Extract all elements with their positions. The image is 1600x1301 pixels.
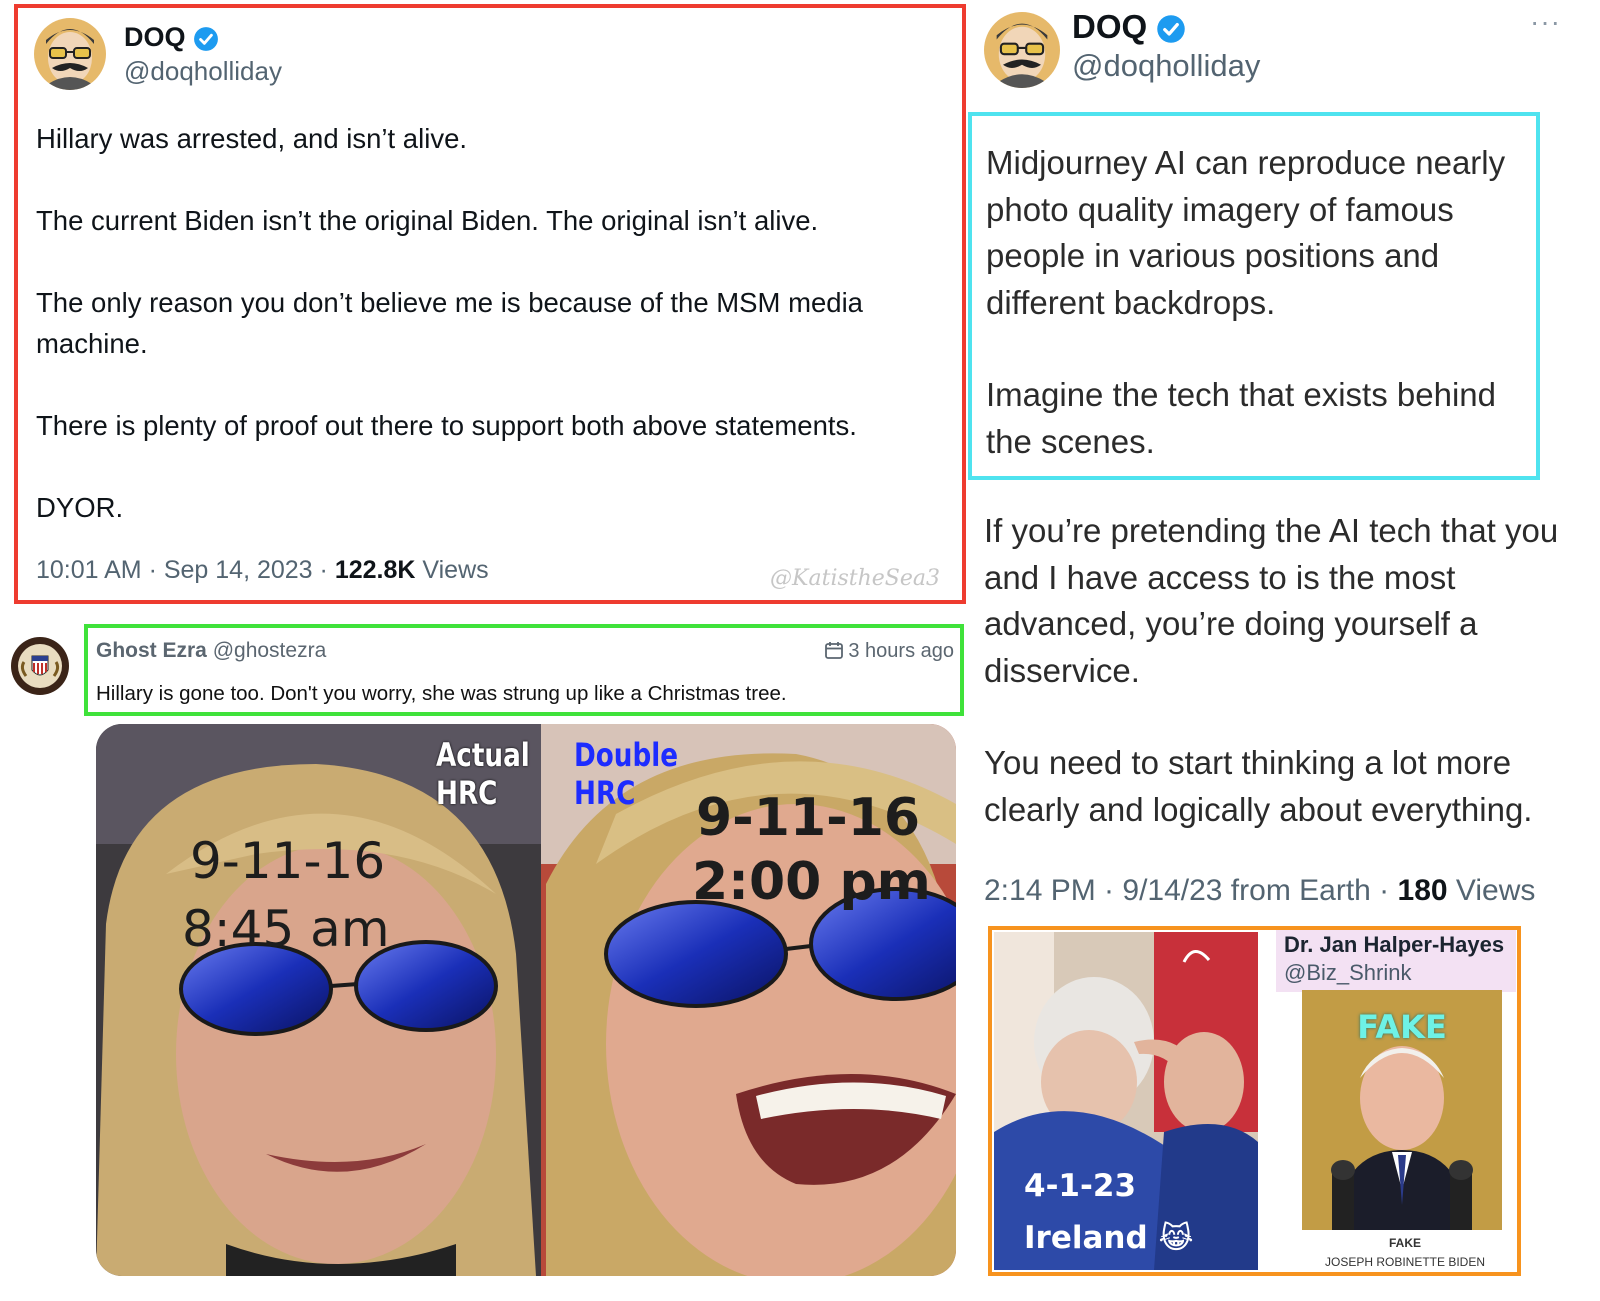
tweet-paragraph: The current Biden isn’t the original Bid… bbox=[36, 205, 819, 236]
doq-avatar-icon bbox=[34, 18, 106, 90]
double-hrc-label: Double HRC bbox=[574, 736, 679, 812]
left-display-name[interactable]: DOQ bbox=[124, 22, 219, 53]
left-tweet-text: Hillary was arrested, and isn’t alive. T… bbox=[36, 118, 956, 569]
halper-handle[interactable]: @Biz_Shrink bbox=[1284, 960, 1412, 986]
fake-label: FAKE bbox=[1357, 1008, 1447, 1046]
right-handle[interactable]: @doqholliday bbox=[1072, 48, 1260, 84]
verified-badge-icon bbox=[194, 26, 218, 51]
fake-caption: JOSEPH ROBINETTE BIDEN bbox=[1324, 1255, 1486, 1269]
doq-avatar[interactable] bbox=[34, 18, 106, 90]
left-time-label: 8:45 am bbox=[182, 900, 390, 958]
left-handle[interactable]: @doqholliday bbox=[124, 56, 282, 87]
tweet-paragraph: If you’re pretending the AI tech that yo… bbox=[984, 512, 1559, 689]
tweet-paragraph: The only reason you don’t believe me is … bbox=[36, 287, 863, 359]
tweet-paragraph: There is plenty of proof out there to su… bbox=[36, 410, 857, 441]
verified-badge-icon bbox=[1157, 15, 1186, 44]
seal-icon bbox=[11, 637, 69, 695]
watermark: @KatistheSea3 bbox=[770, 566, 940, 591]
right-tweet-meta[interactable]: 2:14 PM · 9/14/23 from Earth · 180 Views bbox=[984, 874, 1535, 908]
actual-hrc-label: Actual HRC bbox=[436, 736, 530, 812]
calendar-icon bbox=[825, 642, 844, 659]
ireland-place: Ireland 😹 bbox=[1024, 1220, 1194, 1256]
left-tweet-card: DOQ @doqholliday Hillary was arrested, a… bbox=[14, 4, 966, 604]
ezra-comment-text: Hillary is gone too. Don't you worry, sh… bbox=[96, 682, 787, 705]
ezra-timestamp: 3 hours ago bbox=[824, 640, 954, 663]
highlighted-tweet-text: Midjourney AI can reproduce nearly photo… bbox=[968, 112, 1540, 480]
ezra-author[interactable]: Ghost Ezra @ghostezra bbox=[96, 639, 326, 663]
ezra-comment: Ghost Ezra @ghostezra 3 hours ago Hillar… bbox=[84, 624, 964, 716]
views-count: 122.8K bbox=[334, 556, 416, 584]
ireland-photo[interactable]: 4-1-23 Ireland 😹 bbox=[994, 932, 1258, 1270]
doq-avatar-right[interactable] bbox=[984, 12, 1060, 88]
left-date-label: 9-11-16 bbox=[190, 832, 386, 890]
right-date-label: 9-11-16 bbox=[696, 788, 921, 848]
laughing-cat-emoji-icon: 😹 bbox=[1158, 1221, 1194, 1256]
tweet-paragraph: DYOR. bbox=[36, 492, 124, 523]
halper-display-name[interactable]: Dr. Jan Halper-Hayes bbox=[1284, 932, 1504, 958]
ezra-avatar[interactable] bbox=[10, 636, 70, 696]
views-count: 180 bbox=[1397, 874, 1448, 907]
tweet-paragraph: Imagine the tech that exists behind the … bbox=[986, 376, 1496, 460]
ireland-date: 4-1-23 bbox=[1024, 1168, 1137, 1204]
doq-avatar-icon bbox=[984, 12, 1060, 88]
tweet-paragraph: Hillary was arrested, and isn’t alive. bbox=[36, 123, 468, 154]
tweet-paragraph: Midjourney AI can reproduce nearly photo… bbox=[986, 144, 1506, 321]
fake-small-label: FAKE bbox=[1388, 1236, 1421, 1250]
more-options-icon[interactable]: ··· bbox=[1530, 6, 1561, 38]
left-tweet-meta[interactable]: 10:01 AM · Sep 14, 2023 · 122.8K Views bbox=[36, 556, 489, 585]
tweet-paragraph: You need to start thinking a lot more cl… bbox=[984, 744, 1533, 828]
right-display-name[interactable]: DOQ bbox=[1072, 8, 1186, 46]
hrc-comparison-image[interactable]: Actual HRC Double HRC 9-11-16 8:45 am 9-… bbox=[96, 724, 956, 1276]
right-time-label: 2:00 pm bbox=[692, 852, 931, 912]
